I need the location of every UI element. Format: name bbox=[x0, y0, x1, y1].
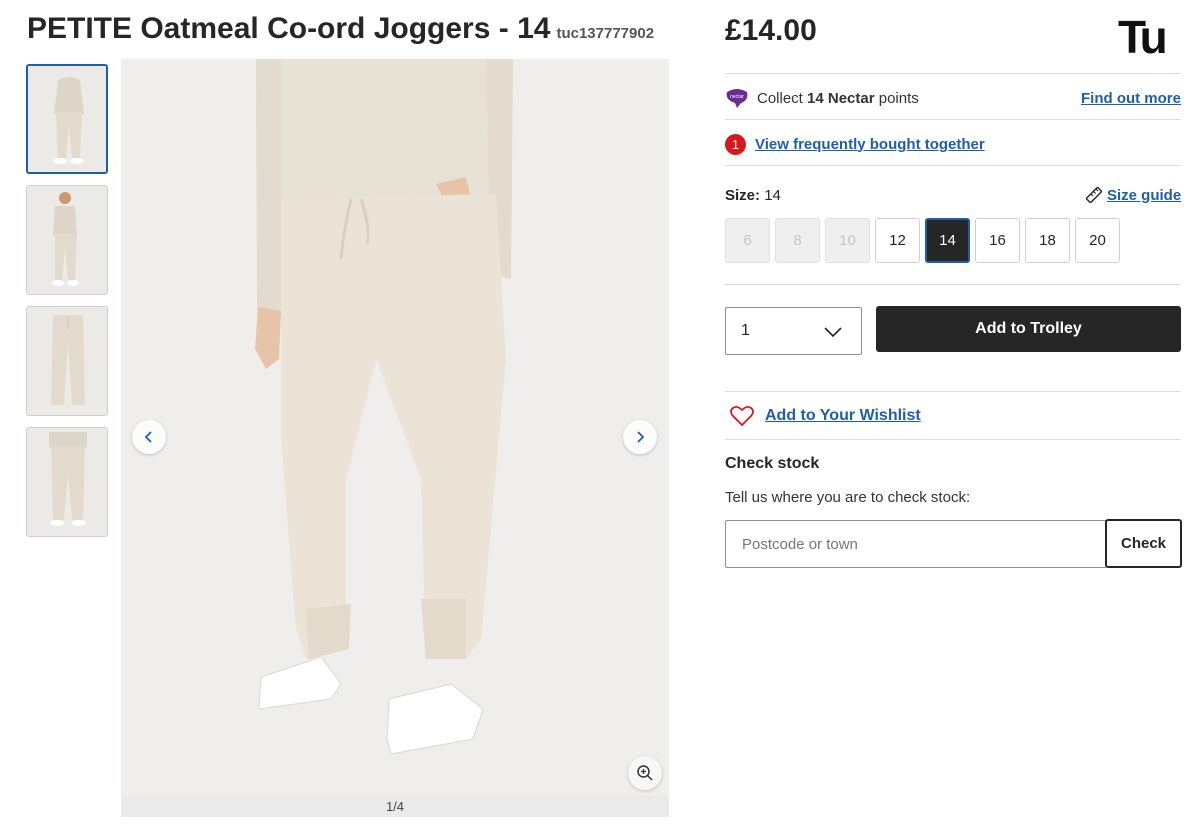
thumbnail-3[interactable] bbox=[26, 306, 108, 416]
product-image-gallery bbox=[121, 59, 669, 817]
frequently-bought-link[interactable]: View frequently bought together bbox=[755, 136, 985, 153]
size-option-8: 8 bbox=[775, 218, 820, 263]
quantity-select[interactable]: 1 bbox=[725, 307, 862, 355]
nectar-icon: nectar bbox=[726, 89, 748, 108]
thumbnail-4[interactable] bbox=[26, 427, 108, 537]
next-image-button[interactable] bbox=[623, 420, 657, 454]
product-photo bbox=[121, 59, 669, 817]
size-option-6: 6 bbox=[725, 218, 770, 263]
product-title-text: PETITE Oatmeal Co-ord Joggers - 14 bbox=[27, 12, 551, 45]
product-sku: tuc137777902 bbox=[556, 25, 655, 42]
previous-image-button[interactable] bbox=[132, 420, 166, 454]
postcode-input[interactable] bbox=[725, 520, 1106, 568]
heart-icon bbox=[730, 405, 754, 427]
size-option-10: 10 bbox=[825, 218, 870, 263]
nectar-points: 14 Nectar bbox=[807, 89, 875, 107]
quantity-value: 1 bbox=[741, 322, 750, 339]
brand-logo[interactable]: Tu bbox=[1118, 10, 1168, 64]
divider bbox=[725, 439, 1181, 440]
size-option-14[interactable]: 14 bbox=[925, 218, 970, 263]
size-option-12[interactable]: 12 bbox=[875, 218, 920, 263]
thumbnail-2[interactable] bbox=[26, 185, 108, 295]
zoom-in-icon bbox=[637, 765, 653, 781]
divider bbox=[725, 391, 1181, 392]
size-option-20[interactable]: 20 bbox=[1075, 218, 1120, 263]
divider bbox=[725, 73, 1181, 74]
nectar-prefix: Collect bbox=[757, 89, 803, 107]
chevron-down-icon bbox=[824, 327, 842, 338]
find-out-more-link[interactable]: Find out more bbox=[1081, 90, 1181, 107]
check-stock-description: Tell us where you are to check stock: bbox=[725, 489, 971, 506]
product-price: £14.00 bbox=[725, 14, 817, 47]
thumbnail-list bbox=[26, 64, 108, 548]
size-label: Size: 14 bbox=[725, 187, 781, 204]
wishlist-row[interactable]: Add to Your Wishlist bbox=[730, 405, 921, 427]
chevron-left-icon bbox=[144, 431, 152, 443]
divider bbox=[725, 119, 1181, 120]
check-stock-title: Check stock bbox=[725, 455, 820, 472]
size-options: 6 8 10 12 14 16 18 20 bbox=[725, 218, 1120, 263]
size-guide-link[interactable]: Size guide bbox=[1084, 185, 1181, 205]
add-to-wishlist-link: Add to Your Wishlist bbox=[765, 407, 921, 424]
nectar-suffix: points bbox=[878, 89, 919, 107]
image-counter: 1/4 bbox=[121, 796, 669, 817]
check-stock-button[interactable]: Check bbox=[1105, 519, 1182, 568]
size-selected-value: 14 bbox=[764, 187, 781, 204]
size-guide-text: Size guide bbox=[1107, 186, 1182, 204]
product-title: PETITE Oatmeal Co-ord Joggers - 14 tuc137… bbox=[27, 12, 654, 46]
thumbnail-1[interactable] bbox=[26, 64, 108, 174]
ruler-icon bbox=[1085, 186, 1103, 204]
size-option-18[interactable]: 18 bbox=[1025, 218, 1070, 263]
nectar-points-row: nectar Collect 14 Nectar points Find out… bbox=[725, 86, 1181, 110]
frequently-bought-row: 1 View frequently bought together bbox=[725, 132, 985, 156]
notification-badge: 1 bbox=[725, 133, 746, 155]
divider bbox=[725, 284, 1181, 285]
size-option-16[interactable]: 16 bbox=[975, 218, 1020, 263]
svg-text:nectar: nectar bbox=[730, 94, 744, 100]
chevron-right-icon bbox=[637, 431, 645, 443]
zoom-button[interactable] bbox=[628, 756, 662, 790]
add-to-trolley-button[interactable]: Add to Trolley bbox=[876, 306, 1181, 352]
size-label-text: Size: bbox=[725, 187, 761, 204]
divider bbox=[725, 165, 1181, 166]
